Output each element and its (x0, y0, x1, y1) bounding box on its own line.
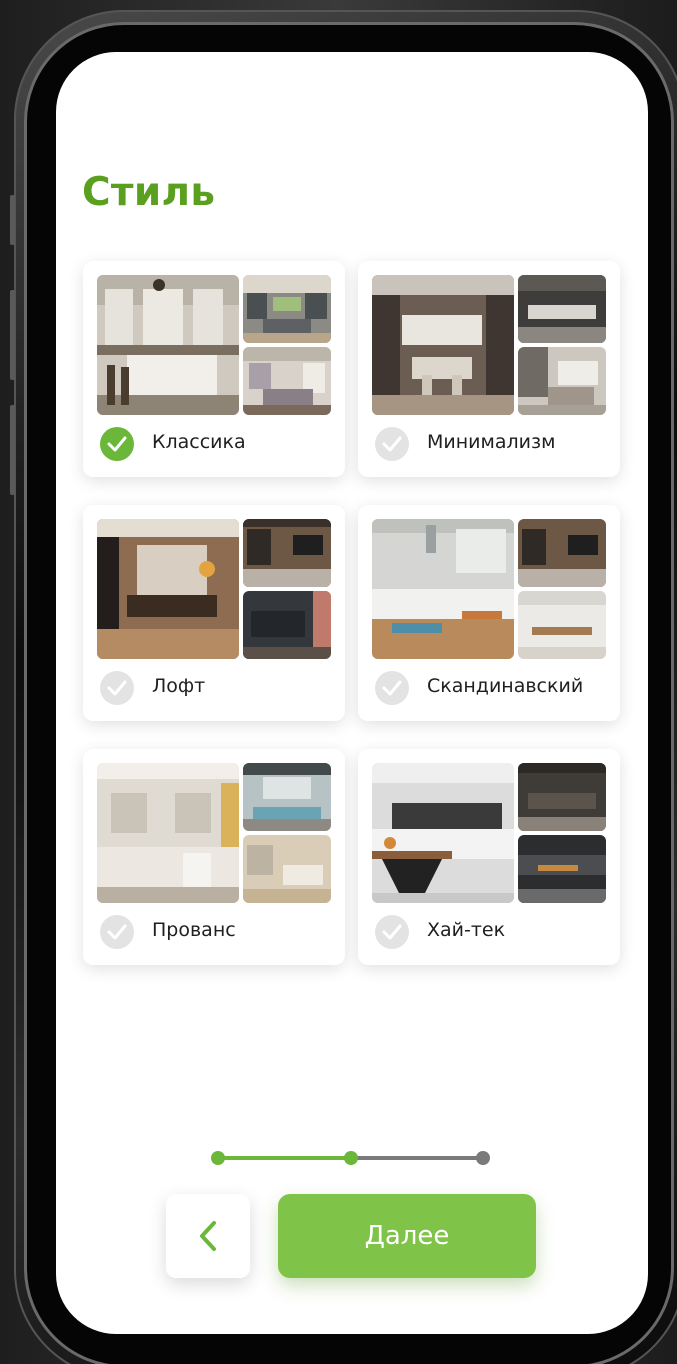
unselected-check-icon[interactable] (375, 427, 409, 461)
style-photo-small (243, 347, 331, 415)
chevron-left-icon (200, 1221, 216, 1251)
style-card-hitech[interactable]: Хай-тек (358, 749, 620, 965)
style-card-label: Скандинавский (427, 675, 584, 697)
style-card-loft[interactable]: Лофт (83, 505, 345, 721)
style-photo-small (518, 835, 606, 903)
next-button[interactable]: Далее (278, 1194, 536, 1278)
style-photo-main (97, 519, 239, 659)
style-photo-small (243, 275, 331, 343)
style-card-label: Хай-тек (427, 919, 506, 941)
style-card-label: Минимализм (427, 431, 556, 453)
style-photo-small (243, 591, 331, 659)
progress-step-dot (476, 1151, 490, 1165)
style-photo-small (518, 275, 606, 343)
phone-side-button (10, 405, 15, 495)
progress-step-dot (344, 1151, 358, 1165)
style-photo-main (372, 275, 514, 415)
page-title: Стиль (82, 170, 216, 215)
unselected-check-icon[interactable] (100, 915, 134, 949)
phone-side-button (10, 195, 15, 245)
style-card-label: Классика (152, 431, 246, 453)
style-photo-small (243, 763, 331, 831)
style-photo-main (97, 275, 239, 415)
style-card-label: Прованс (152, 919, 236, 941)
style-card-classic[interactable]: Классика (83, 261, 345, 477)
back-button[interactable] (166, 1194, 250, 1278)
style-card-minimalism[interactable]: Минимализм (358, 261, 620, 477)
style-photo-main (372, 763, 514, 903)
style-photo-main (97, 763, 239, 903)
style-photo-small (518, 347, 606, 415)
style-photo-small (243, 835, 331, 903)
style-card-scandinavian[interactable]: Скандинавский (358, 505, 620, 721)
phone-side-button (10, 290, 15, 380)
unselected-check-icon[interactable] (100, 671, 134, 705)
app-screen: Стиль Классика Минимализм Лофт Скандинав… (56, 52, 648, 1334)
unselected-check-icon[interactable] (375, 671, 409, 705)
unselected-check-icon[interactable] (375, 915, 409, 949)
selected-check-icon[interactable] (100, 427, 134, 461)
style-photo-small (518, 763, 606, 831)
style-photo-main (372, 519, 514, 659)
style-photo-small (518, 519, 606, 587)
style-card-label: Лофт (152, 675, 206, 697)
style-photo-small (518, 591, 606, 659)
progress-step-dot (211, 1151, 225, 1165)
style-photo-small (243, 519, 331, 587)
style-card-provence[interactable]: Прованс (83, 749, 345, 965)
